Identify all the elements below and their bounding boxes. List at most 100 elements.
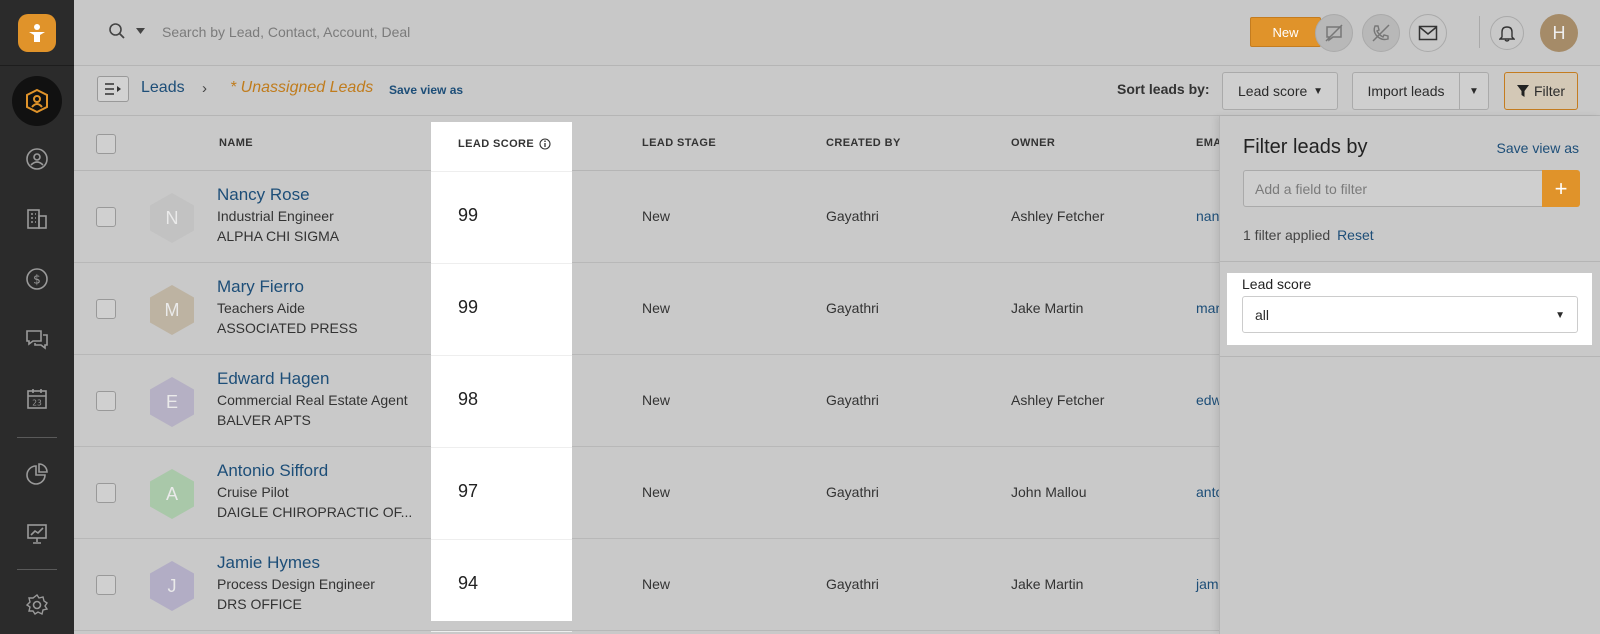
rail-reports[interactable] <box>0 450 74 498</box>
email-button[interactable] <box>1409 14 1447 52</box>
lead-company: BALVER APTS <box>217 412 311 428</box>
created-by-cell: Gayathri <box>826 300 879 316</box>
notifications-button[interactable] <box>1490 16 1524 50</box>
lead-avatar: A <box>150 469 194 519</box>
leads-table: NAME LEAD STAGE CREATED BY OWNER EMA N Na… <box>74 116 1223 634</box>
chat-off-icon <box>1325 24 1343 42</box>
presentation-chart-icon <box>27 524 47 544</box>
owner-cell: John Mallou <box>1011 484 1087 500</box>
lead-score-cell: 99 <box>431 172 572 264</box>
lead-score-value: 94 <box>458 573 479 593</box>
list-menu-icon <box>105 83 121 95</box>
chat-icon <box>26 330 48 350</box>
owner-cell: Jake Martin <box>1011 300 1084 316</box>
reset-filters-link[interactable]: Reset <box>1337 227 1374 243</box>
rail-leads[interactable] <box>0 76 74 126</box>
email-link[interactable]: edw <box>1196 392 1222 408</box>
contacts-icon <box>26 148 48 170</box>
lead-score-value: 98 <box>458 389 479 409</box>
lead-score-filter-label: Lead score <box>1242 276 1312 292</box>
column-header-lead-score[interactable]: LEAD SCORE <box>431 122 572 172</box>
row-checkbox[interactable] <box>96 483 116 503</box>
lead-score-column: LEAD SCORE 99 99 98 97 94 <box>431 122 572 632</box>
email-link[interactable]: nan <box>1196 208 1219 224</box>
search-scope-chevron-down-icon[interactable] <box>136 28 145 34</box>
table-row[interactable]: N Nancy Rose Industrial Engineer ALPHA CHI … <box>74 171 1219 263</box>
table-row[interactable]: J Jamie Hymes Process Design Engineer DRS O… <box>74 539 1219 631</box>
svg-text:23: 23 <box>32 399 42 408</box>
add-filter-button[interactable]: + <box>1542 170 1580 207</box>
import-leads-button[interactable]: Import leads <box>1352 72 1460 110</box>
lead-company: DAIGLE CHIROPRACTIC OF... <box>217 504 413 520</box>
pie-chart-icon <box>26 463 48 485</box>
filter-button[interactable]: Filter <box>1504 72 1578 110</box>
row-checkbox[interactable] <box>96 299 116 319</box>
lead-company: DRS OFFICE <box>217 596 302 612</box>
chat-button[interactable] <box>1315 14 1353 52</box>
search-icon[interactable] <box>108 22 126 40</box>
lead-score-header-label: LEAD SCORE <box>458 138 535 150</box>
table-row[interactable]: A Antonio Sifford Cruise Pilot DAIGLE CHIRO… <box>74 447 1223 539</box>
add-filter-field-input[interactable] <box>1243 170 1543 207</box>
current-view-name[interactable]: * Unassigned Leads <box>230 79 373 97</box>
lead-avatar: N <box>150 193 194 243</box>
column-header-created-by[interactable]: CREATED BY <box>826 137 901 149</box>
rail-top <box>0 0 74 66</box>
rail-deals[interactable]: $ <box>0 255 74 303</box>
lead-score-value: 99 <box>458 205 479 225</box>
email-link[interactable]: mar <box>1196 300 1220 316</box>
lead-score-cell: 98 <box>431 356 572 448</box>
filters-applied-text: 1 filter applied <box>1243 227 1331 243</box>
lead-name-link[interactable]: Mary Fierro <box>217 277 304 297</box>
row-checkbox[interactable] <box>96 391 116 411</box>
svg-text:$: $ <box>33 273 41 287</box>
owner-cell: Jake Martin <box>1011 576 1084 592</box>
left-rail: $ 23 <box>0 0 74 634</box>
column-header-email[interactable]: EMA <box>1196 137 1222 149</box>
table-row[interactable]: M Mary Fierro Teachers Aide ASSOCIATED PRES… <box>74 263 1220 355</box>
rail-conversations[interactable] <box>0 315 74 363</box>
row-checkbox[interactable] <box>96 575 116 595</box>
breadcrumb-chevron-right-icon: › <box>202 80 207 97</box>
import-options-button[interactable]: ▼ <box>1459 72 1489 110</box>
global-search-input[interactable] <box>162 18 762 46</box>
lead-score-filter-select[interactable]: all ▼ <box>1242 296 1578 333</box>
lead-name-link[interactable]: Jamie Hymes <box>217 553 320 573</box>
lead-stage-cell: New <box>642 208 671 224</box>
lead-name-link[interactable]: Nancy Rose <box>217 185 310 205</box>
created-by-cell: Gayathri <box>826 576 879 592</box>
bell-icon <box>1499 26 1515 42</box>
rail-calendar[interactable]: 23 <box>0 375 74 423</box>
save-view-as-link[interactable]: Save view as <box>389 83 463 97</box>
column-header-owner[interactable]: OWNER <box>1011 137 1055 149</box>
sort-select[interactable]: Lead score ▼ <box>1222 72 1338 110</box>
view-toggle-button[interactable] <box>97 76 129 102</box>
lead-score-cell: 94 <box>431 540 572 632</box>
phone-button[interactable] <box>1362 14 1400 52</box>
lead-stage-cell: New <box>642 392 671 408</box>
filter-save-view-as-link[interactable]: Save view as <box>1497 140 1579 156</box>
email-link[interactable]: jam <box>1196 576 1219 592</box>
table-row[interactable]: E Edward Hagen Commercial Real Estate Agen… <box>74 355 1222 447</box>
leads-icon <box>26 88 48 114</box>
rail-accounts[interactable] <box>0 195 74 243</box>
lead-name-link[interactable]: Edward Hagen <box>217 369 329 389</box>
import-chevron-down-icon: ▼ <box>1469 85 1479 97</box>
rail-analytics[interactable] <box>0 510 74 558</box>
user-avatar[interactable]: H <box>1540 14 1578 52</box>
app-logo[interactable] <box>18 13 56 52</box>
new-button[interactable]: New <box>1250 17 1321 47</box>
rail-contacts[interactable] <box>0 135 74 183</box>
rail-settings[interactable] <box>0 581 74 629</box>
lead-name-link[interactable]: Antonio Sifford <box>217 461 328 481</box>
breadcrumb-leads[interactable]: Leads <box>141 79 185 97</box>
column-header-name[interactable]: NAME <box>219 137 253 149</box>
envelope-icon <box>1418 25 1438 41</box>
column-header-lead-stage[interactable]: LEAD STAGE <box>642 137 716 149</box>
lead-score-cell: 99 <box>431 264 572 356</box>
select-all-checkbox[interactable] <box>96 134 116 154</box>
row-checkbox[interactable] <box>96 207 116 227</box>
info-icon[interactable] <box>539 138 551 150</box>
logo-person-icon <box>29 23 45 42</box>
rail-leads-highlight <box>12 76 62 126</box>
